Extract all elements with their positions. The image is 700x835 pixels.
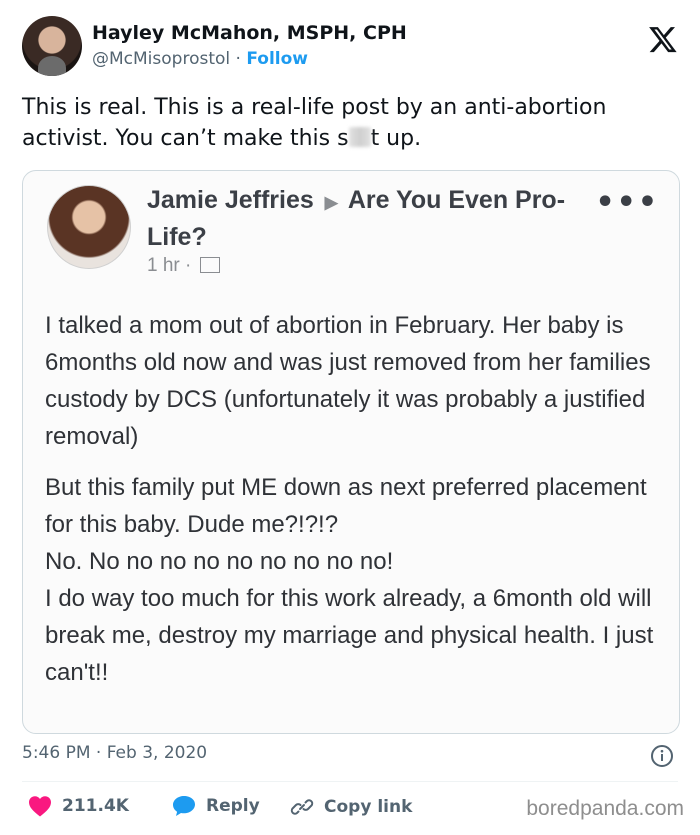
post-meta: 1 hr · [147, 255, 220, 277]
post-line: No. No no no no no no no no no! [45, 548, 394, 575]
tweet-text-part2: t up. [370, 126, 422, 151]
divider [22, 781, 678, 782]
post-paragraph: But this family put ME down as next pref… [45, 469, 665, 691]
triangle-right-icon: ▶ [324, 193, 338, 212]
post-header: Jamie Jeffries ▶ Are You Even Pro-Life? [147, 183, 567, 254]
post-author-name: Jamie Jeffries [147, 186, 314, 214]
speech-bubble-icon [173, 796, 195, 816]
x-logo-icon[interactable] [648, 24, 678, 54]
like-button[interactable]: 211.4K [28, 795, 129, 817]
post-paragraph: I talked a mom out of abortion in Februa… [45, 312, 651, 450]
post-time: 1 hr · [147, 255, 192, 276]
tweet-header: Hayley McMahon, MSPH, CPH @McMisoprostol… [22, 16, 682, 78]
meta-separator: · [235, 49, 241, 69]
more-dots-icon: ••• [595, 185, 659, 220]
post-line: But this family put ME down as next pref… [45, 474, 647, 538]
author-avatar[interactable] [22, 16, 82, 76]
embedded-image[interactable]: Jamie Jeffries ▶ Are You Even Pro-Life? … [22, 170, 680, 734]
copy-link-label: Copy link [324, 797, 413, 817]
reply-button[interactable]: Reply [172, 795, 260, 817]
post-line: I do way too much for this work already,… [45, 585, 654, 686]
tweet-text: This is real. This is a real-life post b… [22, 92, 682, 154]
censor-blur [348, 127, 371, 147]
friends-icon [199, 257, 220, 273]
author-handle[interactable]: @McMisoprostol [92, 49, 230, 69]
post-body: I talked a mom out of abortion in Februa… [45, 307, 665, 691]
reply-label: Reply [206, 796, 260, 816]
author-name[interactable]: Hayley McMahon, MSPH, CPH [92, 22, 407, 44]
author-meta: @McMisoprostol · Follow [92, 49, 308, 69]
watermark: boredpanda.com [526, 797, 684, 820]
copy-link-button[interactable]: Copy link [290, 795, 412, 819]
post-author-avatar [47, 185, 131, 269]
follow-button[interactable]: Follow [246, 49, 308, 69]
like-count: 211.4K [62, 796, 129, 816]
link-icon [290, 799, 314, 815]
heart-icon [29, 796, 51, 817]
tweet-timestamp[interactable]: 5:46 PM · Feb 3, 2020 [22, 743, 207, 763]
tweet-text-part1: This is real. This is a real-life post b… [22, 95, 607, 151]
info-icon[interactable] [650, 744, 674, 768]
